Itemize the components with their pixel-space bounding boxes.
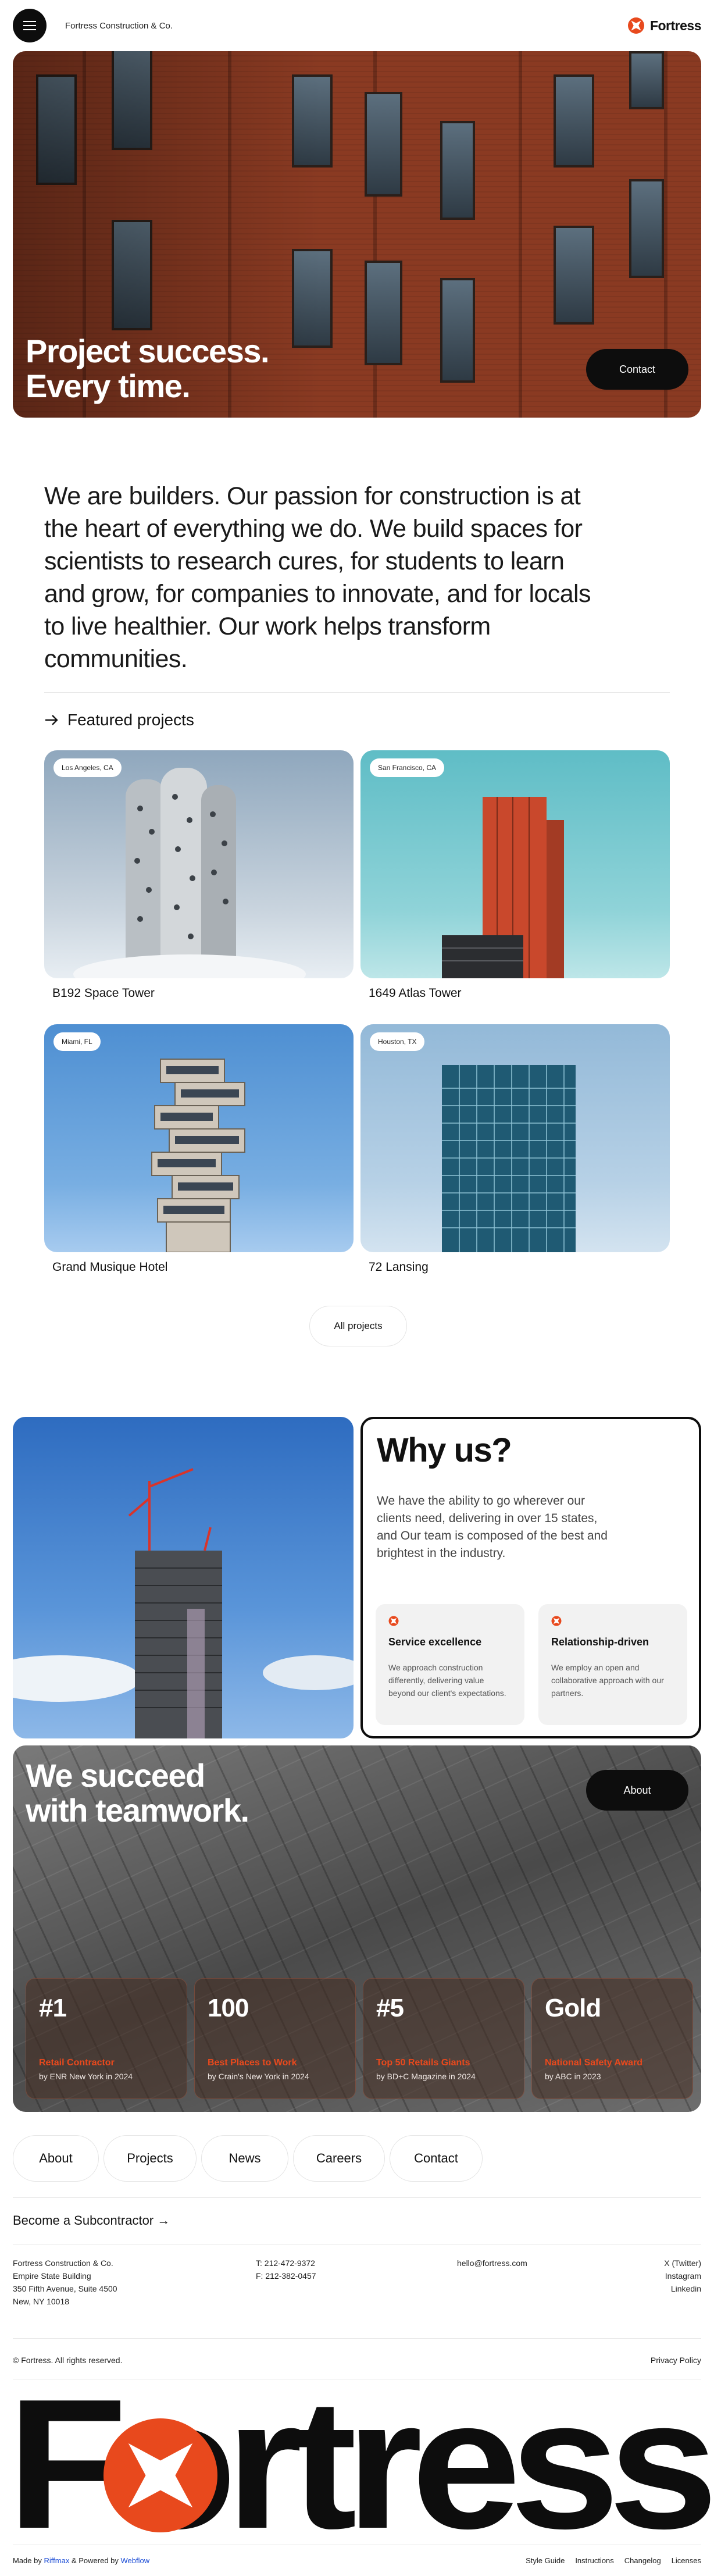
project-name: 72 Lansing (369, 1260, 429, 1274)
style-guide-link[interactable]: Style Guide (526, 2556, 565, 2565)
footer-nav-contact[interactable]: Contact (390, 2135, 483, 2182)
hero-section: Project success. Every time. Contact (13, 51, 701, 418)
project-card[interactable]: Los Angeles, CA B192 Space Tower (44, 750, 354, 1000)
footer-nav-news[interactable]: News (201, 2135, 288, 2182)
award-stat-card: #1 Retail Contractor by ENR New York in … (26, 1978, 187, 2099)
crane-image (13, 1417, 354, 1738)
company-name: Fortress Construction & Co. (65, 20, 173, 31)
footer-phone: T: 212-472-9372 F: 212-382-0457 (256, 2258, 316, 2281)
stat-source: by ABC in 2023 (545, 2072, 601, 2081)
stat-value: Gold (545, 1994, 601, 2022)
licenses-link[interactable]: Licenses (672, 2556, 701, 2565)
stat-value: 100 (208, 1994, 249, 2022)
award-stat-card: Gold National Safety Award by ABC in 202… (531, 1978, 693, 2099)
stat-source: by ENR New York in 2024 (39, 2072, 133, 2081)
arrow-right-icon (45, 715, 58, 725)
page: Fortress Construction & Co. Fortress Pro… (0, 0, 714, 2576)
footer-address: Fortress Construction & Co. Empire State… (13, 2258, 117, 2306)
brand-logo[interactable]: Fortress (627, 17, 702, 34)
project-name: Grand Musique Hotel (52, 1260, 168, 1274)
stat-label: Retail Contractor (39, 2058, 115, 2068)
made-by: Made by Riffmax & Powered by Webflow (13, 2556, 150, 2565)
menu-button[interactable] (13, 9, 47, 42)
intro-statement: We are builders. Our passion for constru… (44, 482, 591, 673)
footer-nav-about[interactable]: About (13, 2135, 99, 2182)
section-divider (44, 692, 670, 693)
stat-value: #1 (39, 1994, 67, 2022)
footer-email[interactable]: hello@fortress.com (457, 2257, 527, 2269)
hamburger-icon (23, 25, 36, 26)
site-header: Fortress Construction & Co. Fortress (0, 0, 714, 51)
social-link-instagram[interactable]: Instagram (664, 2269, 701, 2282)
stat-label: Top 50 Retails Giants (376, 2058, 470, 2068)
footer-divider (13, 2197, 701, 2198)
project-image: Miami, FL (44, 1024, 354, 1252)
project-name: 1649 Atlas Tower (369, 986, 462, 1000)
feature-text: We employ an open and collaborative appr… (551, 1663, 664, 1698)
hero-title: Project success. Every time. (26, 333, 270, 404)
stat-source: by BD+C Magazine in 2024 (376, 2072, 476, 2081)
stat-source: by Crain's New York in 2024 (208, 2072, 309, 2081)
fortress-logo-icon (551, 1616, 562, 1626)
brand-name: Fortress (649, 17, 702, 33)
why-us-panel: Why us? We have the ability to go wherev… (360, 1417, 701, 1738)
feature-card: Service excellence We approach construct… (376, 1604, 524, 1725)
project-image: Los Angeles, CA (44, 750, 354, 978)
why-us-title: Why us? (377, 1431, 512, 1469)
project-card[interactable]: Miami, FL Grand Musique Hotel (44, 1024, 354, 1274)
footer-social: X (Twitter) Instagram Linkedin (664, 2257, 701, 2295)
project-location-badge: Miami, FL (53, 1032, 101, 1051)
utility-links: Style Guide Instructions Changelog Licen… (526, 2556, 701, 2565)
feature-title: Service excellence (388, 1636, 482, 1648)
feature-title: Relationship-driven (551, 1636, 649, 1648)
project-image: San Francisco, CA (360, 750, 670, 978)
footer-divider (13, 2338, 701, 2339)
project-card[interactable]: San Francisco, CA 1649 Atlas Tower (360, 750, 670, 1000)
footer-nav-projects[interactable]: Projects (103, 2135, 197, 2182)
featured-projects-heading: Featured projects (44, 711, 194, 729)
fortress-wordmark: Fortress (7, 2388, 711, 2539)
why-us-text: We have the ability to go wherever our c… (377, 1494, 608, 1560)
project-location-badge: Houston, TX (370, 1032, 425, 1051)
subcontractor-link[interactable]: Become a Subcontractor → (13, 2213, 170, 2228)
project-location-badge: San Francisco, CA (370, 758, 445, 777)
feature-text: We approach construction differently, de… (388, 1663, 506, 1698)
copyright: © Fortress. All rights reserved. (13, 2356, 123, 2365)
fortress-logo-icon (627, 17, 644, 34)
stat-label: Best Places to Work (208, 2058, 297, 2068)
instructions-link[interactable]: Instructions (575, 2556, 613, 2565)
footer-nav-careers[interactable]: Careers (293, 2135, 385, 2182)
social-link-x[interactable]: X (Twitter) (664, 2257, 701, 2269)
teamwork-section: We succeed with teamwork. About #1 Retai… (13, 1745, 701, 2112)
fortress-logo-icon (388, 1616, 399, 1626)
privacy-policy-link[interactable]: Privacy Policy (651, 2356, 701, 2365)
stat-value: #5 (376, 1994, 404, 2022)
hamburger-icon (23, 29, 36, 30)
changelog-link[interactable]: Changelog (624, 2556, 661, 2565)
teamwork-title: We succeed with teamwork. (26, 1757, 249, 1829)
about-button[interactable]: About (586, 1770, 688, 1811)
feature-card: Relationship-driven We employ an open an… (538, 1604, 687, 1725)
project-location-badge: Los Angeles, CA (53, 758, 122, 777)
all-projects-button[interactable]: All projects (309, 1306, 407, 1346)
project-name: B192 Space Tower (52, 986, 155, 1000)
riffmax-link[interactable]: Riffmax (44, 2556, 70, 2565)
social-link-linkedin[interactable]: Linkedin (664, 2282, 701, 2295)
award-stat-card: 100 Best Places to Work by Crain's New Y… (194, 1978, 356, 2099)
project-image: Houston, TX (360, 1024, 670, 1252)
award-stat-card: #5 Top 50 Retails Giants by BD+C Magazin… (363, 1978, 524, 2099)
stat-label: National Safety Award (545, 2058, 643, 2068)
contact-button[interactable]: Contact (586, 349, 688, 390)
webflow-link[interactable]: Webflow (121, 2556, 150, 2565)
hamburger-icon (23, 21, 36, 22)
project-card[interactable]: Houston, TX 72 Lansing (360, 1024, 670, 1274)
